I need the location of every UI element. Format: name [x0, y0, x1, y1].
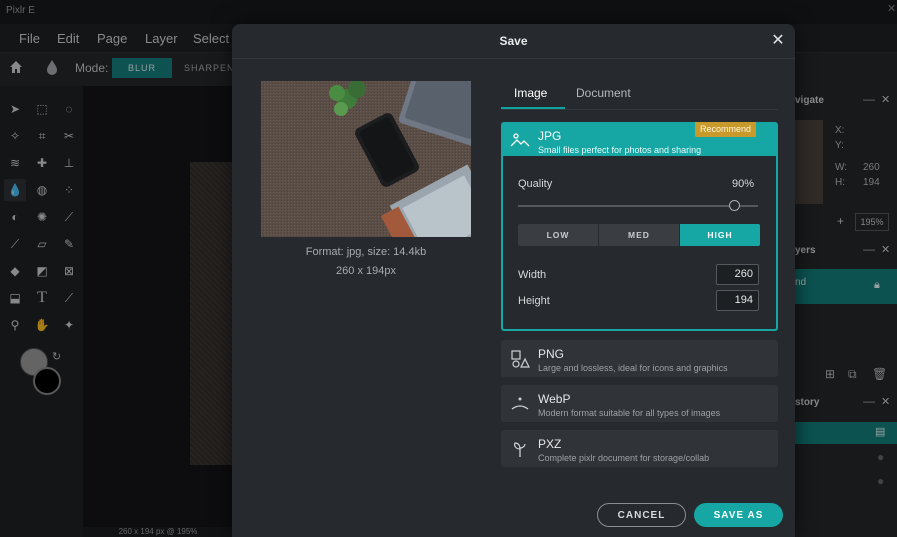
landscape-icon — [510, 131, 530, 151]
format-info: Format: jpg, size: 14.4kb — [305, 246, 427, 258]
png-desc: Large and lossless, ideal for icons and … — [538, 363, 728, 373]
format-option-pxz[interactable]: PXZ Complete pixlr document for storage/… — [501, 430, 778, 467]
jpg-name: JPG — [538, 129, 562, 143]
tabs-divider — [501, 109, 778, 110]
save-as-button[interactable]: SAVE AS — [694, 503, 783, 527]
shapes-icon — [510, 349, 530, 369]
recommend-badge: Recommend — [695, 122, 757, 137]
width-field[interactable]: 260 — [716, 264, 759, 285]
save-dialog: Save ✕ Format: jpg, size: 14.4kb 260 x 1… — [232, 24, 795, 537]
dialog-title: Save — [499, 34, 528, 48]
quality-presets: LOW MED HIGH — [518, 224, 760, 246]
pxz-desc: Complete pixlr document for storage/coll… — [538, 453, 710, 463]
jpg-desc: Small files perfect for photos and shari… — [538, 145, 702, 155]
height-label: Height — [518, 295, 550, 307]
preset-high-button[interactable]: HIGH — [680, 224, 760, 246]
quality-label: Quality — [518, 178, 553, 190]
sprout-icon — [510, 439, 530, 459]
format-option-png[interactable]: PNG Large and lossless, ideal for icons … — [501, 340, 778, 377]
tab-image[interactable]: Image — [514, 86, 547, 100]
png-name: PNG — [538, 347, 565, 361]
dimensions-info: 260 x 194px — [336, 265, 396, 277]
webp-icon — [510, 394, 530, 414]
quality-slider[interactable] — [518, 205, 758, 207]
quality-value: 90% — [732, 178, 755, 190]
cancel-button[interactable]: CANCEL — [597, 503, 686, 527]
width-label: Width — [518, 269, 547, 281]
preset-med-button[interactable]: MED — [599, 224, 680, 246]
format-option-webp[interactable]: WebP Modern format suitable for all type… — [501, 385, 778, 422]
preset-low-button[interactable]: LOW — [518, 224, 599, 246]
pxz-name: PXZ — [538, 437, 562, 451]
height-field[interactable]: 194 — [716, 290, 759, 311]
webp-name: WebP — [538, 392, 571, 406]
active-tab-indicator — [501, 107, 565, 109]
webp-desc: Modern format suitable for all types of … — [538, 408, 721, 418]
tab-document[interactable]: Document — [576, 86, 631, 100]
image-preview — [261, 81, 471, 237]
quality-slider-thumb[interactable] — [728, 200, 740, 211]
dialog-divider — [232, 58, 795, 59]
close-icon[interactable]: ✕ — [769, 32, 787, 50]
